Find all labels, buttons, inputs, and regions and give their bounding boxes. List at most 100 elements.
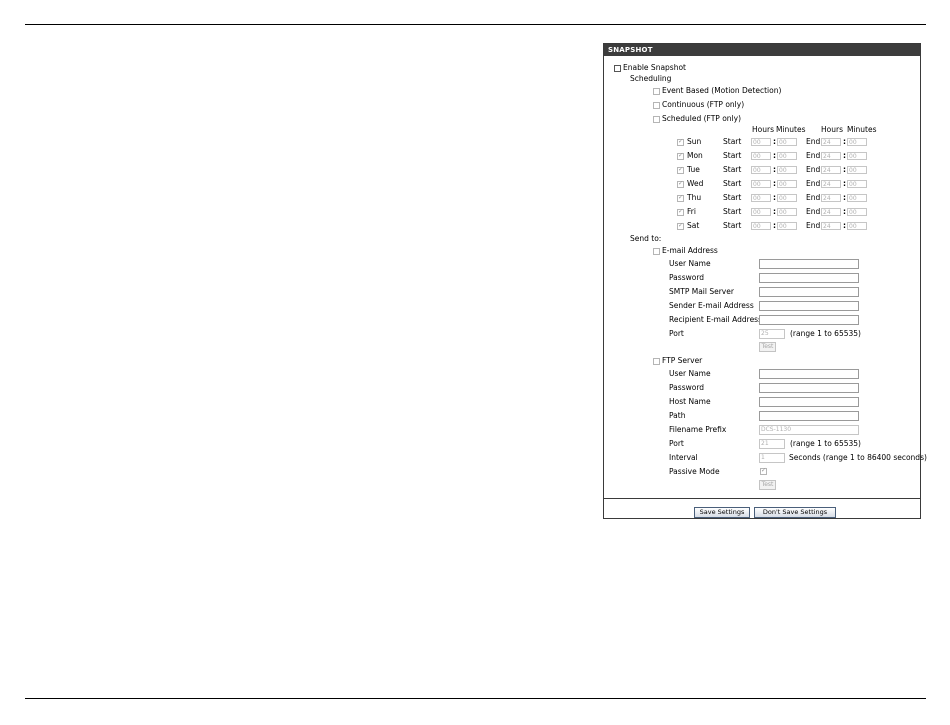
start-hour-input[interactable]: 00 [751,208,771,216]
start-minute-input[interactable]: 00 [777,152,797,160]
ftp-port-range: (range 1 to 65535) [790,439,861,448]
smtp-label: SMTP Mail Server [669,287,734,296]
start-minute-input[interactable]: 00 [777,166,797,174]
scheduled-checkbox[interactable] [653,116,660,123]
end-hour-input[interactable]: 24 [821,180,841,188]
recipient-email-label: Recipient E-mail Address [669,315,762,324]
start-hour-input[interactable]: 00 [751,222,771,230]
start-minute-input[interactable]: 00 [777,194,797,202]
ftp-checkbox[interactable] [653,358,660,365]
email-user-name-input[interactable] [759,259,859,269]
start-colon: : [773,151,776,160]
day-checkbox[interactable] [677,137,684,146]
day-label: Wed [687,179,704,188]
end-hour-input[interactable]: 24 [821,194,841,202]
start-minute-input[interactable]: 00 [777,208,797,216]
end-hour-input[interactable]: 24 [821,222,841,230]
end-label: End [806,207,821,216]
email-test-button[interactable]: Test [759,342,776,352]
end-colon: : [843,207,846,216]
ftp-user-name-label: User Name [669,369,711,378]
host-name-label: Host Name [669,397,711,406]
scheduled-label: Scheduled (FTP only) [662,114,741,123]
smtp-input[interactable] [759,287,859,297]
panel-title: SNAPSHOT [604,44,920,56]
start-label: Start [723,221,742,230]
end-hour-input[interactable]: 24 [821,138,841,146]
email-user-name-label: User Name [669,259,711,268]
start-hour-input[interactable]: 00 [751,166,771,174]
start-minute-input[interactable]: 00 [777,180,797,188]
end-hour-input[interactable]: 24 [821,166,841,174]
path-label: Path [669,411,686,420]
continuous-checkbox[interactable] [653,102,660,109]
end-minute-input[interactable]: 00 [847,180,867,188]
path-input[interactable] [759,411,859,421]
start-label: Start [723,151,742,160]
email-checkbox[interactable] [653,248,660,255]
save-settings-button[interactable]: Save Settings [694,507,750,518]
enable-snapshot-checkbox[interactable] [614,65,621,72]
end-minute-input[interactable]: 00 [847,208,867,216]
end-minute-input[interactable]: 00 [847,194,867,202]
end-colon: : [843,193,846,202]
end-label: End [806,151,821,160]
host-name-input[interactable] [759,397,859,407]
end-minute-input[interactable]: 00 [847,138,867,146]
end-minute-input[interactable]: 00 [847,152,867,160]
day-label: Fri [687,207,696,216]
end-label: End [806,137,821,146]
end-hour-input[interactable]: 24 [821,152,841,160]
start-label: Start [723,165,742,174]
start-label: Start [723,179,742,188]
end-colon: : [843,179,846,188]
end-colon: : [843,137,846,146]
filename-prefix-input[interactable]: DCS-1130 [759,425,859,435]
start-hour-input[interactable]: 00 [751,180,771,188]
ftp-password-input[interactable] [759,383,859,393]
day-checkbox[interactable] [677,151,684,160]
interval-input[interactable]: 1 [759,453,785,463]
start-colon: : [773,165,776,174]
day-checkbox[interactable] [677,221,684,230]
email-password-input[interactable] [759,273,859,283]
event-based-checkbox[interactable] [653,88,660,95]
scheduling-label: Scheduling [630,74,672,83]
start-hour-input[interactable]: 00 [751,194,771,202]
day-checkbox[interactable] [677,193,684,202]
day-checkbox[interactable] [677,179,684,188]
interval-note: Seconds (range 1 to 86400 seconds) [789,453,927,462]
start-hour-input[interactable]: 00 [751,152,771,160]
end-colon: : [843,221,846,230]
start-minute-input[interactable]: 00 [777,138,797,146]
day-label: Sun [687,137,702,146]
send-to-label: Send to: [630,234,662,243]
top-rule [25,24,926,25]
end-label: End [806,193,821,202]
start-minute-input[interactable]: 00 [777,222,797,230]
passive-mode-checkbox[interactable] [760,466,767,475]
day-label: Sat [687,221,700,230]
start-label: Start [723,137,742,146]
end-label: End [806,179,821,188]
ftp-user-name-input[interactable] [759,369,859,379]
day-label: Tue [687,165,700,174]
day-checkbox[interactable] [677,165,684,174]
ftp-port-input[interactable]: 21 [759,439,785,449]
start-hour-input[interactable]: 00 [751,138,771,146]
ftp-test-button[interactable]: Test [759,480,776,490]
ftp-port-label: Port [669,439,684,448]
sender-email-label: Sender E-mail Address [669,301,754,310]
end-minute-input[interactable]: 00 [847,222,867,230]
sender-email-input[interactable] [759,301,859,311]
end-minute-input[interactable]: 00 [847,166,867,174]
recipient-email-input[interactable] [759,315,859,325]
start-colon: : [773,221,776,230]
start-minutes-header: Minutes [776,125,806,134]
day-checkbox[interactable] [677,207,684,216]
end-hour-input[interactable]: 24 [821,208,841,216]
email-port-input[interactable]: 25 [759,329,785,339]
interval-label: Interval [669,453,698,462]
end-label: End [806,221,821,230]
dont-save-settings-button[interactable]: Don't Save Settings [754,507,836,518]
